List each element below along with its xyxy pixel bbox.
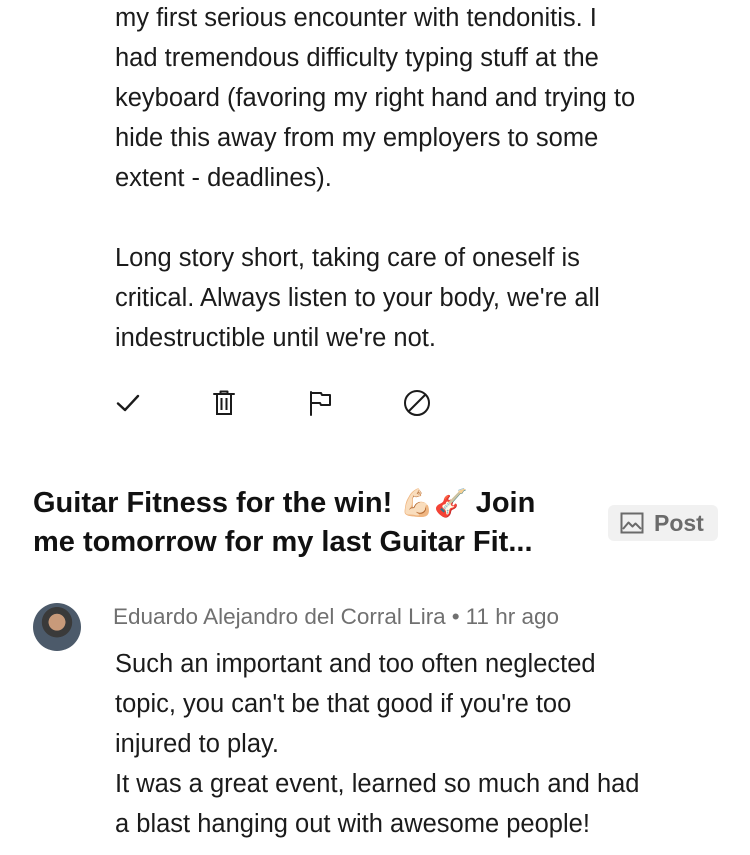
image-icon [620,512,644,534]
comment-line: Long story short, taking care of oneself… [115,244,580,272]
comment-line: hide this away from my employers to some [115,124,599,152]
post-title-line2: me tomorrow for my last Guitar Fit... [33,526,533,558]
report-button[interactable] [307,383,403,423]
comment-line: extent - deadlines). [115,164,332,192]
comment-line: my first serious encounter with tendonit… [115,4,597,32]
comment-line: critical. Always listen to your body, we… [115,284,600,312]
comment-meta: Eduardo Alejandro del Corral Lira • 11 hr … [113,603,559,631]
flag-icon [310,391,331,416]
comment-body: Such an important and too often neglecte… [115,644,725,844]
comment-line: Such an important and too often neglecte… [115,650,596,678]
comment-line: indestructible until we're not. [115,324,436,352]
comment-line: injured to play. [115,730,279,758]
post-title-part2: Join [475,487,536,519]
comment-timestamp: 11 hr ago [465,604,559,629]
post-title-emoji: 💪🏻🎸 [400,488,468,518]
comment-line: keyboard (favoring my right hand and try… [115,84,636,112]
comment-moderation-view: my first serious encounter with tendonit… [0,0,750,855]
comment-line: It was a great event, learned so much an… [115,770,640,798]
checkmark-icon [116,394,140,412]
post-title-part1: Guitar Fitness for the win! [33,487,393,519]
delete-button[interactable] [211,383,307,423]
comment-author[interactable]: Eduardo Alejandro del Corral Lira [113,604,446,629]
meta-separator: • [451,604,460,629]
prior-comment-body: my first serious encounter with tendonit… [115,0,725,358]
avatar[interactable] [33,603,81,651]
post-title[interactable]: Guitar Fitness for the win! 💪🏻🎸 Join me … [33,484,613,562]
approve-button[interactable] [115,383,211,423]
block-icon [404,390,430,416]
comment-line: topic, you can't be that good if you're … [115,690,572,718]
post-type-badge: Post [608,505,718,541]
post-badge-label: Post [654,509,704,536]
comment-line: a blast hanging out with awesome people! [115,810,590,838]
comment-line: had tremendous difficulty typing stuff a… [115,44,599,72]
moderation-actions [115,383,499,423]
trash-icon [213,390,235,415]
block-button[interactable] [403,383,499,423]
